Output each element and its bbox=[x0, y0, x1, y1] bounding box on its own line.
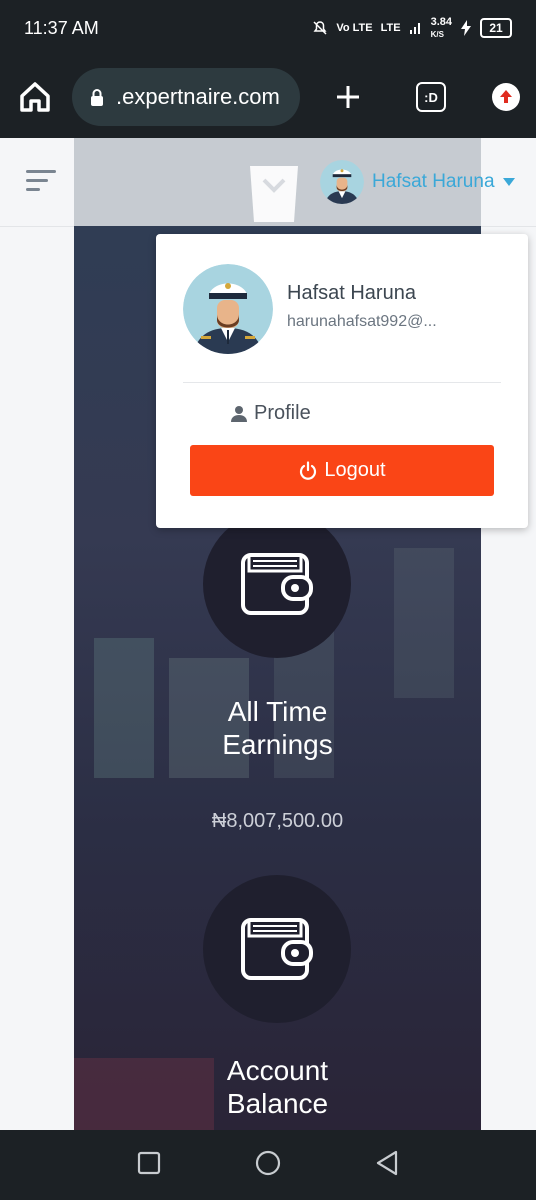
earnings-title: All Time Earnings bbox=[74, 695, 481, 761]
charging-icon bbox=[461, 20, 471, 36]
signal-icon bbox=[409, 23, 420, 34]
user-menu-toggle[interactable]: Hafsat Haruna bbox=[320, 160, 515, 204]
balance-title: Account Balance bbox=[74, 1054, 481, 1120]
update-button[interactable] bbox=[492, 83, 520, 111]
new-tab-button[interactable] bbox=[334, 83, 362, 111]
volte-icon: Vo LTE bbox=[336, 22, 373, 34]
back-button[interactable] bbox=[375, 1150, 399, 1181]
wallet-icon bbox=[241, 918, 313, 980]
home-nav-button[interactable] bbox=[255, 1150, 281, 1181]
circle-icon bbox=[255, 1150, 281, 1175]
net-speed: 3.84 K/S bbox=[430, 16, 452, 39]
shopping-bag-icon bbox=[250, 166, 298, 222]
home-button[interactable] bbox=[16, 78, 54, 116]
header-user-name: Hafsat Haruna bbox=[372, 171, 495, 192]
captain-avatar-icon bbox=[183, 264, 273, 354]
dropdown-avatar bbox=[183, 264, 273, 354]
divider bbox=[183, 382, 501, 383]
dropdown-user-name: Hafsat Haruna bbox=[287, 282, 416, 304]
tabs-button[interactable]: :D bbox=[416, 82, 446, 112]
power-icon bbox=[300, 460, 317, 480]
logout-label: Logout bbox=[324, 459, 386, 481]
balance-title-line2: Balance bbox=[226, 1088, 329, 1119]
wallet-icon bbox=[241, 553, 313, 615]
brand-logo bbox=[244, 160, 304, 233]
avatar bbox=[320, 160, 364, 204]
arrow-up-icon bbox=[500, 90, 512, 103]
system-nav-bar bbox=[0, 1130, 536, 1200]
status-time: 11:37 AM bbox=[24, 17, 99, 38]
lte-icon: LTE bbox=[380, 22, 401, 34]
balance-title-line1: Account bbox=[226, 1055, 329, 1086]
tabs-count: :D bbox=[416, 82, 446, 112]
back-triangle-icon bbox=[376, 1150, 398, 1175]
dropdown-user-email: harunahafsat992@... bbox=[287, 313, 437, 330]
user-dropdown-menu: Hafsat Haruna harunahafsat992@... Profil… bbox=[156, 234, 528, 528]
caret-down-icon bbox=[502, 178, 515, 186]
logout-button[interactable]: Logout bbox=[190, 445, 494, 496]
earnings-amount: ₦8,007,500.00 bbox=[211, 810, 344, 832]
address-bar[interactable]: .expertnaire.com bbox=[72, 68, 300, 126]
plus-icon bbox=[337, 86, 359, 108]
recent-apps-button[interactable] bbox=[137, 1151, 161, 1180]
earnings-title-line2: Earnings bbox=[222, 729, 333, 760]
status-icons: Vo LTE LTE 3.84 K/S 21 bbox=[312, 16, 512, 40]
balance-wallet-circle bbox=[203, 875, 351, 1023]
user-icon bbox=[231, 405, 247, 422]
browser-toolbar: .expertnaire.com :D bbox=[0, 56, 536, 138]
home-icon bbox=[20, 82, 50, 112]
battery-icon: 21 bbox=[480, 18, 512, 38]
earnings-title-line1: All Time bbox=[227, 696, 328, 727]
url-text: .expertnaire.com bbox=[116, 84, 280, 109]
profile-link[interactable]: Profile bbox=[230, 402, 311, 425]
mute-icon bbox=[313, 21, 327, 35]
captain-avatar-icon bbox=[320, 160, 364, 204]
profile-label: Profile bbox=[254, 402, 311, 424]
lock-icon bbox=[91, 89, 103, 106]
status-bar: 11:37 AM Vo LTE LTE 3.84 K/S 21 bbox=[0, 0, 536, 56]
menu-toggle-button[interactable] bbox=[26, 170, 56, 197]
earnings-wallet-circle bbox=[203, 510, 351, 658]
square-icon bbox=[137, 1151, 161, 1174]
